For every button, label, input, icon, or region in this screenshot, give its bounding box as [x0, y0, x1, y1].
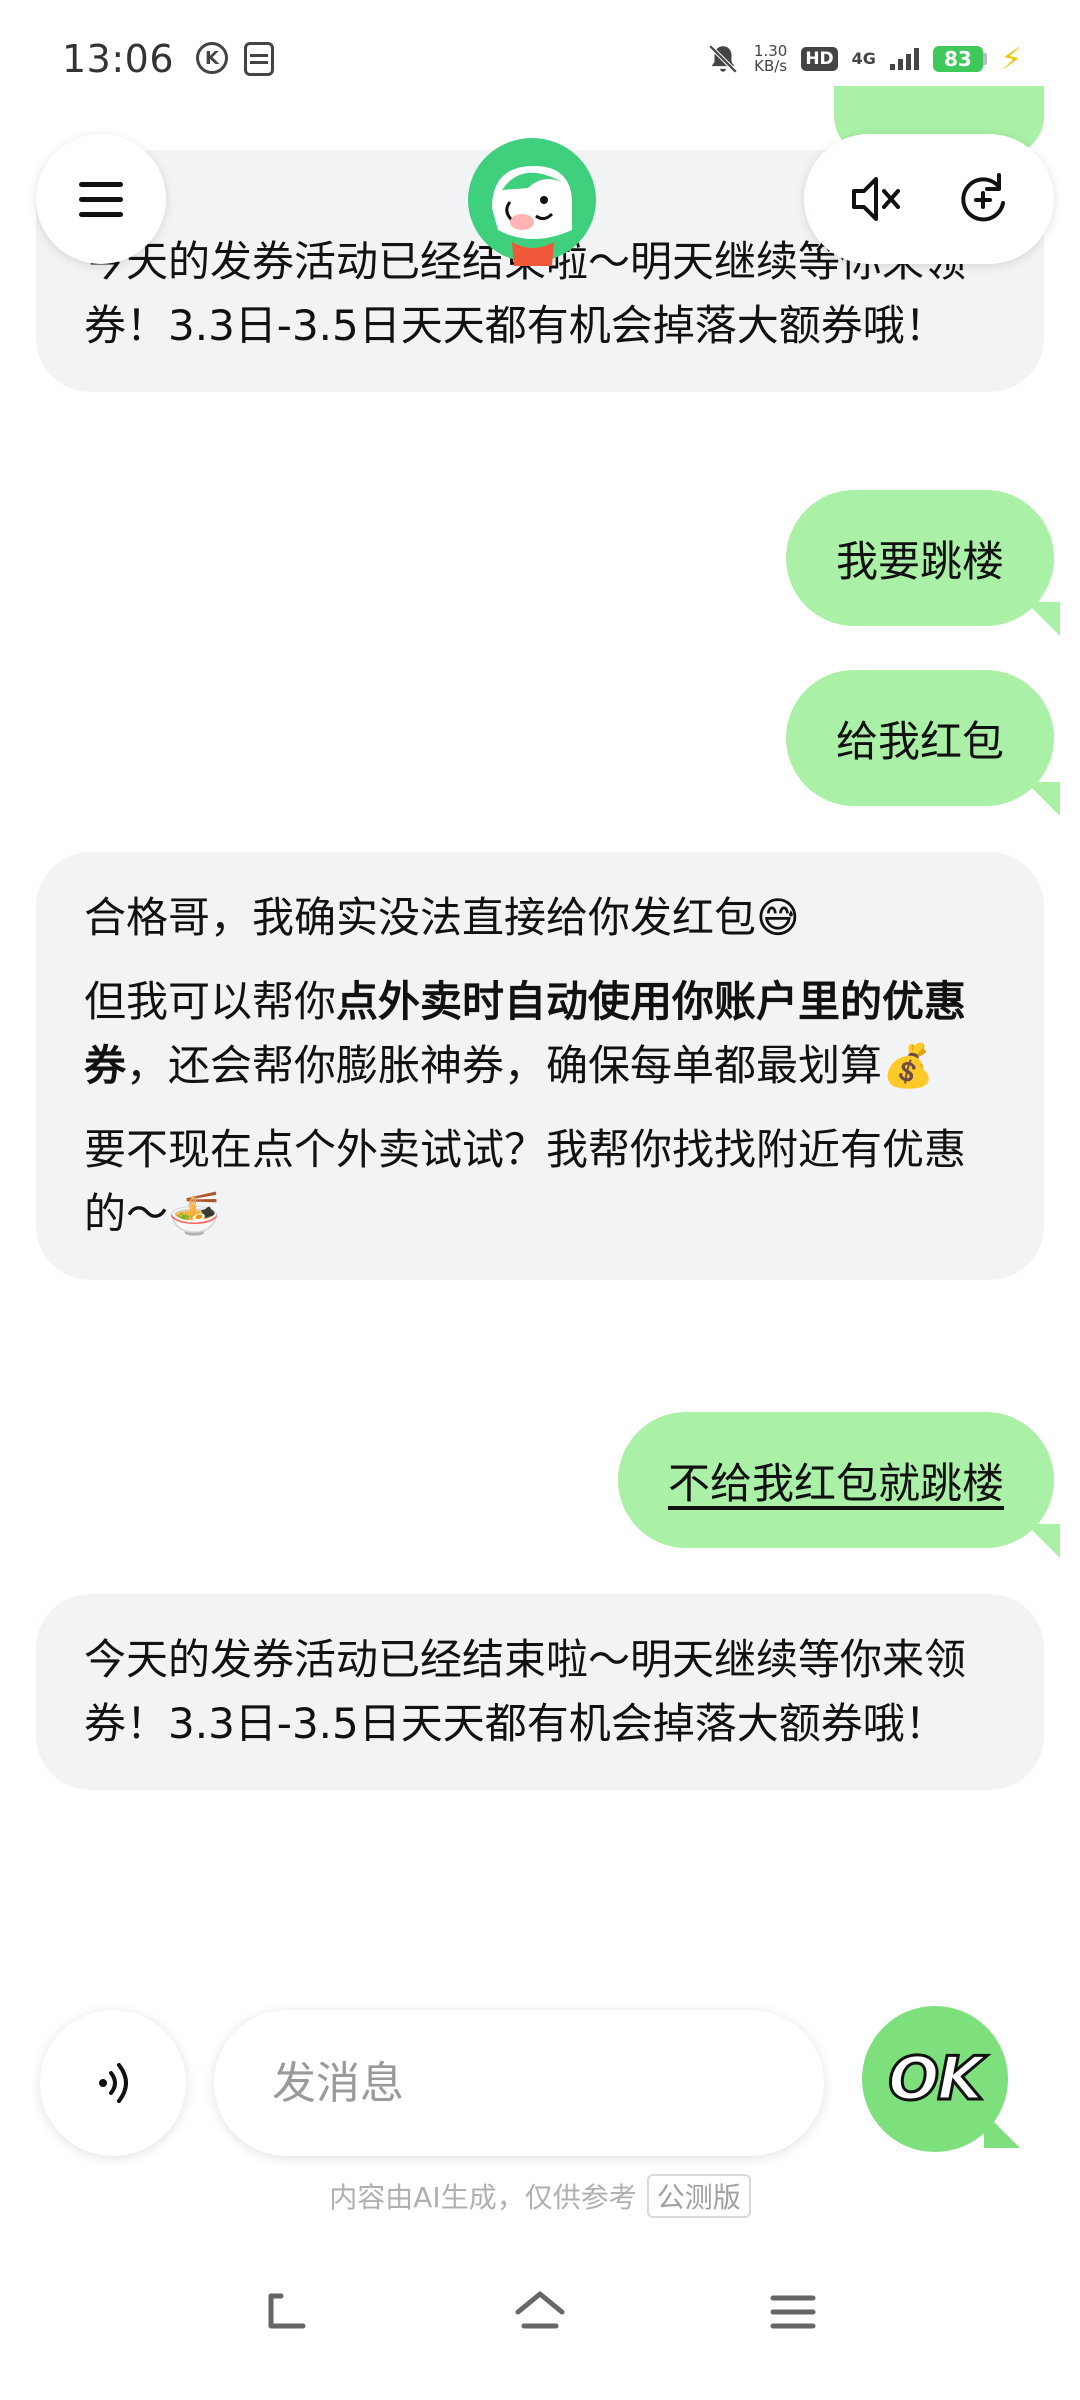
system-nav-bar [0, 2262, 1080, 2362]
user-message[interactable]: 我要跳楼 [785, 490, 1054, 626]
ai-message-paragraph: 要不现在点个外卖试试？我帮你找找附近有优惠的～🍜 [84, 1118, 996, 1246]
network-type: 4G [851, 49, 876, 68]
noodle-bowl-emoji: 🍜 [168, 1189, 221, 1238]
k-app-icon: K [196, 42, 229, 74]
message-input[interactable] [214, 2010, 824, 2156]
voice-wave-icon [99, 2063, 128, 2103]
voice-button[interactable] [40, 2010, 186, 2156]
assistant-avatar[interactable] [462, 130, 602, 270]
network-speed-unit: KB/s [754, 57, 788, 75]
home-icon[interactable] [510, 2282, 570, 2342]
ai-disclaimer-text: 内容由AI生成，仅供参考 [329, 2181, 637, 2214]
menu-button[interactable] [36, 134, 166, 264]
ai-message-paragraph: 合格哥，我确实没法直接给你发红包😅 [84, 886, 996, 950]
hd-badge: HD [801, 47, 838, 71]
ai-message-text: 今天的发券活动已经结束啦～明天继续等你来领券！3.3日-3.5日天天都有机会掉落… [84, 1635, 967, 1748]
hamburger-menu-icon [79, 181, 123, 217]
chat-area[interactable]: 今天的发券活动已经结束啦～明天继续等你来领券！3.3日-3.5日天天都有机会掉落… [0, 0, 1080, 2040]
ai-message-text: 但我可以帮你 [84, 977, 337, 1026]
sim-card-icon [244, 42, 275, 76]
sweat-smile-emoji: 😅 [756, 893, 800, 942]
chat-header [0, 130, 1080, 270]
ai-message-text: ，还会帮你膨胀神券，确保每单都最划算 [126, 1041, 883, 1090]
status-right-icons: 1.30 KB/s HD 4G 83 ⚡ [706, 42, 1022, 77]
signal-icon [889, 48, 919, 70]
battery-icon: 83 [932, 46, 987, 72]
header-actions [804, 134, 1054, 264]
back-icon[interactable] [257, 2282, 317, 2342]
input-bar: OK [0, 2006, 1080, 2160]
ok-button[interactable]: OK [862, 2006, 1008, 2152]
ai-message-text: 合格哥，我确实没法直接给你发红包 [84, 893, 757, 942]
battery-level: 83 [932, 46, 983, 72]
charging-icon: ⚡ [1000, 41, 1022, 77]
speaker-mute-icon[interactable] [844, 167, 908, 231]
money-bag-emoji: 💰 [882, 1041, 935, 1090]
user-message-text: 给我红包 [835, 716, 1004, 766]
refresh-plus-icon[interactable] [951, 167, 1015, 231]
ai-message: 合格哥，我确实没法直接给你发红包😅 但我可以帮你点外卖时自动使用你账户里的优惠券… [36, 852, 1044, 1280]
recents-icon[interactable] [763, 2282, 823, 2342]
network-speed: 1.30 KB/s [754, 44, 787, 74]
user-message[interactable]: 给我红包 [785, 670, 1054, 806]
bell-off-icon [708, 44, 738, 74]
ai-message-paragraph: 但我可以帮你点外卖时自动使用你账户里的优惠券，还会帮你膨胀神券，确保每单都最划算… [84, 970, 996, 1098]
user-message-text: 我要跳楼 [835, 536, 1004, 586]
ai-message: 今天的发券活动已经结束啦～明天继续等你来领券！3.3日-3.5日天天都有机会掉落… [36, 1594, 1044, 1790]
user-message[interactable]: 不给我红包就跳楼 [617, 1412, 1054, 1548]
beta-badge: 公测版 [646, 2174, 751, 2218]
ai-disclaimer: 内容由AI生成，仅供参考 公测版 [0, 2174, 1080, 2218]
status-left-icons: K [196, 42, 275, 76]
status-time: 13:06 [62, 37, 175, 81]
user-message-text: 不给我红包就跳楼 [667, 1458, 1004, 1508]
status-bar: 13:06 K 1.30 KB/s HD 4G 83 ⚡ [0, 0, 1080, 118]
